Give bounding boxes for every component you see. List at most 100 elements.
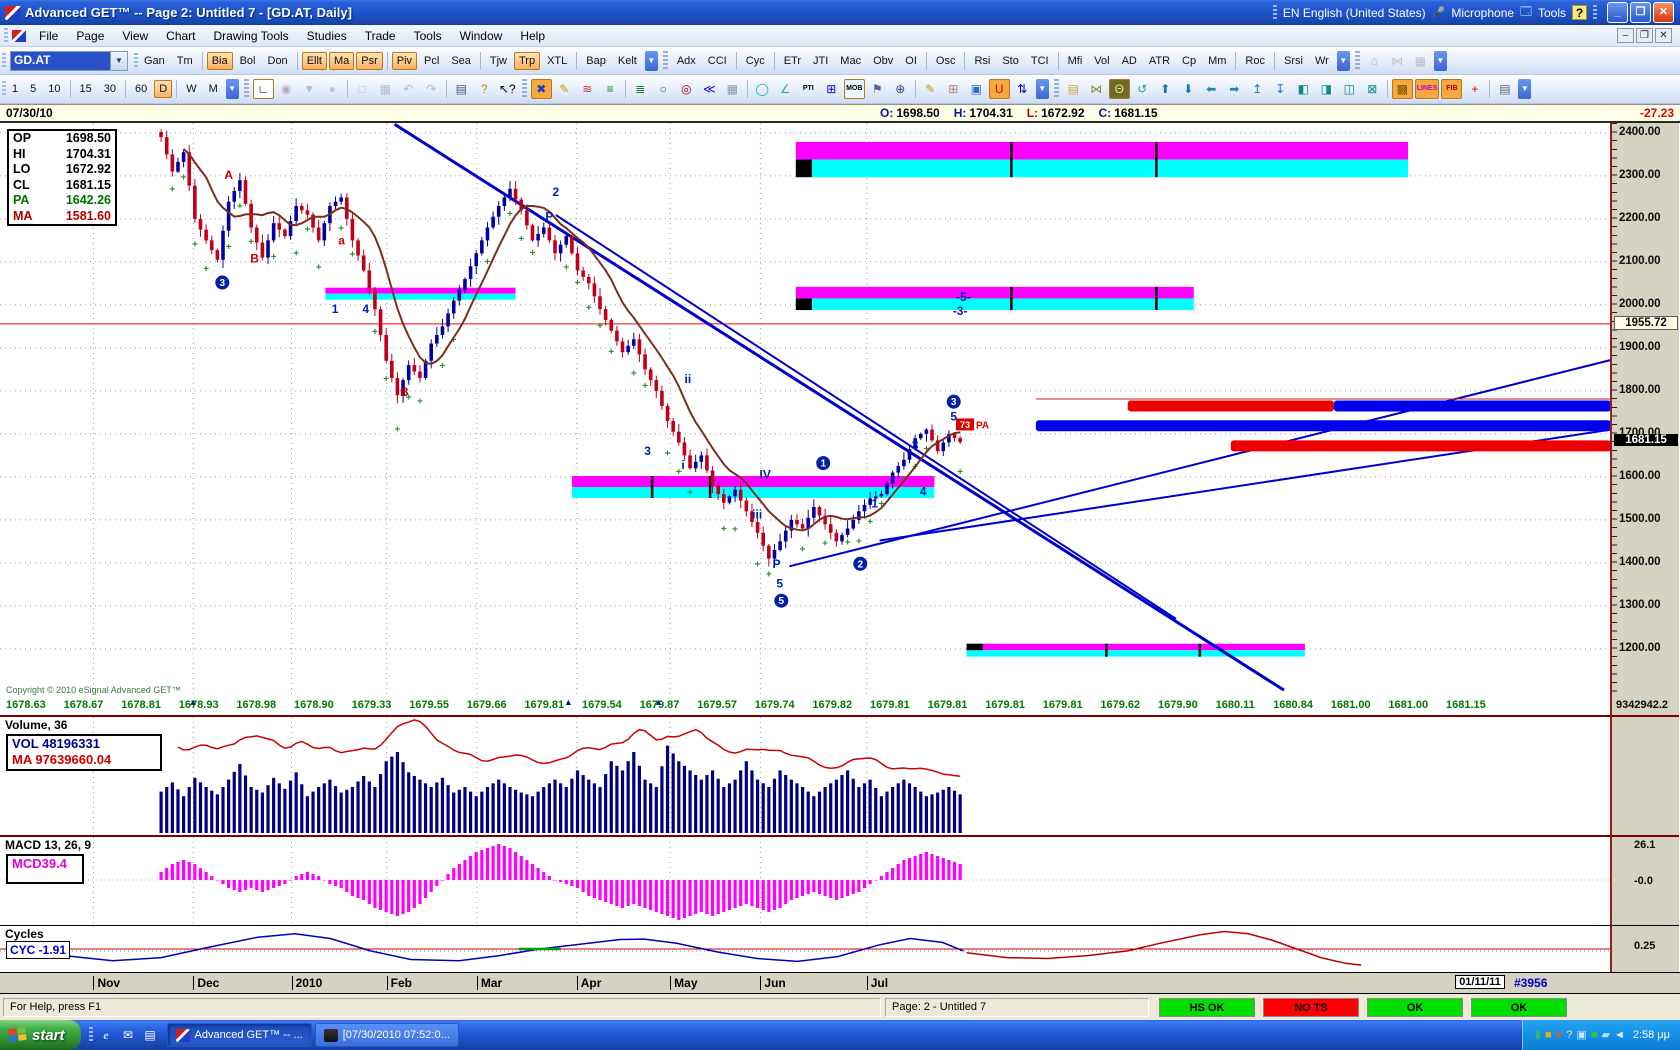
study-tjw[interactable]: Tjw (485, 52, 512, 70)
menu-help[interactable]: Help (511, 27, 554, 45)
toolbar-overflow-icon[interactable]: ▼ (645, 51, 658, 71)
compress-right-icon[interactable]: ◨ (1316, 79, 1337, 99)
study-bia[interactable]: Bia (207, 52, 233, 70)
tray-alert-icon[interactable]: ● (1556, 1028, 1563, 1042)
chart-system-icon[interactable] (12, 30, 26, 42)
quick-launch-grip[interactable] (89, 1027, 93, 1043)
volume-scale[interactable] (1611, 715, 1679, 835)
study-mac[interactable]: Mac (835, 52, 866, 70)
restore-button[interactable]: ❐ (1630, 2, 1651, 23)
tray-display-icon[interactable]: ▣ (1576, 1028, 1586, 1042)
multi-lines-icon[interactable]: ≣ (630, 79, 651, 99)
shift-up-icon[interactable]: ↥ (1247, 79, 1268, 99)
horizontal-lines-icon[interactable]: ≡ (600, 79, 621, 99)
study-ellt[interactable]: Ellt (302, 52, 327, 70)
menu-drawing-tools[interactable]: Drawing Tools (205, 27, 298, 45)
period-d[interactable]: D (154, 80, 172, 98)
study-cp[interactable]: Cp (1177, 52, 1201, 70)
time-axis[interactable]: 01/11/11 #3956 NovDec2010FebMarAprMayJun… (0, 972, 1680, 994)
dots-grid-icon[interactable]: ▩ (1392, 79, 1413, 99)
menu-page[interactable]: Page (67, 27, 113, 45)
expand-box-icon[interactable]: ⊠ (1362, 79, 1383, 99)
study-kelt[interactable]: Kelt (613, 52, 642, 70)
fan-lines-icon[interactable]: ≪ (699, 79, 720, 99)
study-cci[interactable]: CCI (703, 52, 732, 70)
study-adx[interactable]: Adx (672, 52, 701, 70)
target-circles-icon[interactable]: ◎ (676, 79, 697, 99)
language-bar-grip[interactable] (1273, 5, 1277, 21)
page-grid-icon[interactable]: ⊞ (943, 79, 964, 99)
study-mm[interactable]: Mm (1203, 52, 1231, 70)
properties-icon[interactable]: ▤ (1494, 79, 1515, 99)
study-gan[interactable]: Gan (139, 52, 170, 70)
tray-help-icon[interactable]: ? (1566, 1028, 1572, 1042)
menu-chart[interactable]: Chart (157, 27, 204, 45)
taskbar-task--07-30-2010-[interactable]: [07/30/2010 07:52:0... (315, 1023, 459, 1047)
child-close-button[interactable]: ✕ (1655, 28, 1672, 43)
toolbar-grip[interactable] (1054, 79, 1059, 99)
study-jti[interactable]: JTI (808, 52, 833, 70)
study-srsi[interactable]: Srsi (1279, 52, 1308, 70)
period-60[interactable]: 60 (130, 80, 152, 98)
study-rsi[interactable]: Rsi (969, 52, 995, 70)
pti-icon[interactable]: PTI (798, 79, 819, 99)
compress-vert-icon[interactable]: ◫ (1339, 79, 1360, 99)
cycles-plot-area[interactable]: Cycles CYC -1.91 (0, 925, 1611, 972)
study-ad[interactable]: AD (1117, 52, 1142, 70)
clock-o-icon[interactable]: Θ (1109, 79, 1130, 99)
flag-tool-icon[interactable]: ⚑ (867, 79, 888, 99)
toolbar1-grip[interactable] (2, 53, 6, 69)
language-help-button[interactable]: ? (1572, 5, 1587, 20)
tray-green-icon[interactable]: ■ (1591, 1028, 1598, 1042)
study-psr[interactable]: Psr (356, 52, 383, 70)
crosshair-icon[interactable]: + (1464, 79, 1485, 99)
child-minimize-button[interactable]: – (1617, 28, 1634, 43)
make-move-grid-icon[interactable]: ⊞ (821, 79, 842, 99)
language-bar-options-grip[interactable] (1593, 5, 1597, 21)
study-ma[interactable]: Ma (329, 52, 354, 70)
study-don[interactable]: Don (263, 52, 293, 70)
study-tm[interactable]: Tm (172, 52, 198, 70)
minimize-button[interactable]: _ (1607, 2, 1628, 23)
toolbar-overflow-icon[interactable]: ▼ (1434, 51, 1447, 71)
child-restore-button[interactable]: ❐ (1636, 28, 1653, 43)
split-adjust-icon[interactable]: ⇅ (1012, 79, 1033, 99)
macd-scale[interactable]: 26.1 -0.0 (1611, 835, 1679, 925)
toolbar-grip[interactable] (244, 79, 249, 99)
language-tools-button[interactable]: Tools (1538, 6, 1566, 20)
close-button[interactable]: ✕ (1653, 2, 1674, 23)
refresh-icon[interactable]: ↺ (1132, 79, 1153, 99)
period-m[interactable]: M (204, 80, 223, 98)
toolbar-grip[interactable] (1355, 51, 1360, 71)
study-tci[interactable]: TCI (1026, 52, 1054, 70)
parallel-lines-icon[interactable]: ≋ (577, 79, 598, 99)
volume-plot-area[interactable]: Volume, 36 VOL 48196331 MA 97639660.04 (0, 715, 1611, 835)
study-pcl[interactable]: Pcl (419, 52, 444, 70)
study-oi[interactable]: OI (900, 52, 922, 70)
start-button[interactable]: start (0, 1020, 81, 1050)
context-help-icon[interactable]: ↖? (497, 79, 518, 99)
taskbar-task-advanced-get[interactable]: Advanced GET™ -- ... (167, 1023, 312, 1047)
period-w[interactable]: W (181, 80, 201, 98)
study-sto[interactable]: Sto (997, 52, 1024, 70)
arrow-up-icon[interactable]: ⬆ (1155, 79, 1176, 99)
study-vol[interactable]: Vol (1089, 52, 1114, 70)
scales-icon[interactable]: ⋈ (1086, 79, 1107, 99)
cycles-scale[interactable]: 0.25 (1611, 925, 1679, 972)
study-mfi[interactable]: Mfi (1063, 52, 1088, 70)
study-atr[interactable]: ATR (1144, 52, 1175, 70)
print-icon[interactable]: ▤ (451, 79, 472, 99)
lines-tool-icon[interactable]: LINES (1415, 79, 1440, 99)
toolbar-overflow-icon[interactable]: ▼ (1518, 79, 1531, 99)
macd-plot-area[interactable]: MACD 13, 26, 9 MCD39.4 (0, 835, 1611, 925)
tray-network-icon[interactable]: ▰ (1601, 1028, 1609, 1042)
magnet-tool-icon[interactable]: U (989, 79, 1010, 99)
arrow-down-icon[interactable]: ⬇ (1178, 79, 1199, 99)
period-5[interactable]: 5 (25, 80, 41, 98)
study-piv[interactable]: Piv (392, 52, 417, 70)
period-10[interactable]: 10 (43, 80, 65, 98)
ellipse-tool-icon[interactable]: ◯ (752, 79, 773, 99)
open-layout-icon[interactable]: ▤ (1063, 79, 1084, 99)
draw-pencil-icon[interactable]: ✎ (920, 79, 941, 99)
study-bap[interactable]: Bap (581, 52, 611, 70)
